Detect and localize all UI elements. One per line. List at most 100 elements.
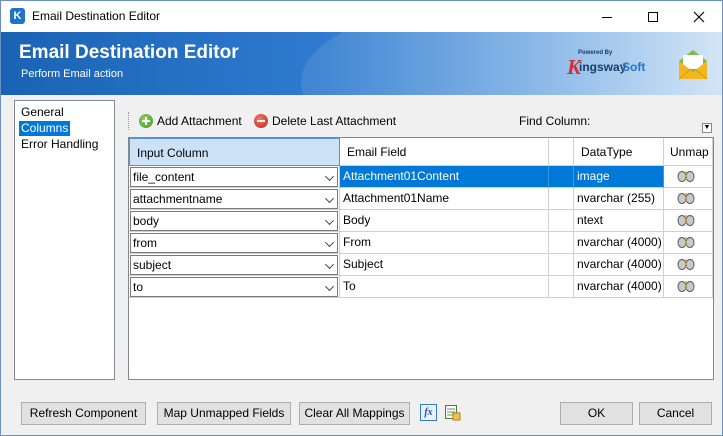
- header-input-column[interactable]: Input Column: [129, 138, 340, 166]
- input-column-value: attachmentname: [133, 192, 223, 206]
- window-title: Email Destination Editor: [32, 9, 161, 23]
- input-column-cell[interactable]: to: [129, 276, 340, 298]
- unmap-icon[interactable]: [676, 213, 696, 228]
- email-field-cell[interactable]: Attachment01Name: [340, 188, 549, 210]
- minimize-button[interactable]: [584, 1, 630, 32]
- header-banner: Email Destination Editor Perform Email a…: [1, 32, 722, 95]
- input-column-value: file_content: [133, 170, 195, 184]
- add-attachment-button[interactable]: Add Attachment: [139, 111, 242, 131]
- input-column-cell[interactable]: attachmentname: [129, 188, 340, 210]
- email-field-cell[interactable]: From: [340, 232, 549, 254]
- datatype-cell[interactable]: nvarchar (4000): [574, 276, 664, 298]
- input-column-value: body: [133, 214, 160, 228]
- maximize-button[interactable]: [630, 1, 676, 32]
- input-column-cell[interactable]: from: [129, 232, 340, 254]
- blank-cell[interactable]: [549, 166, 574, 188]
- input-column-select[interactable]: from: [130, 233, 338, 253]
- chevron-down-icon[interactable]: [325, 282, 334, 291]
- map-unmapped-fields-button[interactable]: Map Unmapped Fields: [157, 402, 291, 425]
- input-column-select[interactable]: to: [130, 277, 338, 297]
- unmap-cell[interactable]: [664, 188, 713, 210]
- datatype-cell[interactable]: nvarchar (255): [574, 188, 664, 210]
- header-email-field[interactable]: Email Field: [340, 138, 549, 166]
- nav-item-columns[interactable]: Columns: [19, 121, 71, 136]
- unmap-cell[interactable]: [664, 166, 713, 188]
- table-row[interactable]: body Body ntext: [129, 210, 713, 232]
- expression-fx-icon[interactable]: fx: [420, 404, 437, 421]
- email-field-cell[interactable]: Attachment01Content: [340, 166, 549, 188]
- table-row[interactable]: attachmentname Attachment01Name nvarchar (…: [129, 188, 713, 210]
- unmap-cell[interactable]: [664, 254, 713, 276]
- delete-last-attachment-label: Delete Last Attachment: [272, 114, 397, 128]
- unmap-icon[interactable]: [676, 235, 696, 250]
- unmap-icon[interactable]: [676, 279, 696, 294]
- toolbar-grip: [128, 112, 131, 130]
- input-column-select[interactable]: subject: [130, 255, 338, 275]
- find-column-input[interactable]: [595, 111, 714, 133]
- blank-cell[interactable]: [549, 188, 574, 210]
- nav-item-general[interactable]: General: [19, 105, 66, 120]
- email-field-cell[interactable]: Body: [340, 210, 549, 232]
- datatype-cell[interactable]: image: [574, 166, 664, 188]
- close-button[interactable]: [676, 1, 722, 32]
- maximize-icon: [648, 12, 658, 23]
- email-field-cell[interactable]: Subject: [340, 254, 549, 276]
- unmap-icon[interactable]: [676, 257, 696, 272]
- input-column-cell[interactable]: body: [129, 210, 340, 232]
- email-envelope-icon: [678, 50, 708, 80]
- input-column-select[interactable]: attachmentname: [130, 189, 338, 209]
- delete-last-attachment-button[interactable]: Delete Last Attachment: [254, 111, 396, 131]
- unmap-cell[interactable]: [664, 210, 713, 232]
- logo-powered-by: Powered By: [578, 50, 613, 56]
- input-column-select[interactable]: body: [130, 211, 338, 231]
- table-row[interactable]: to To nvarchar (4000): [129, 276, 713, 298]
- chevron-down-icon[interactable]: [325, 260, 334, 269]
- chevron-down-icon[interactable]: [325, 172, 334, 181]
- add-attachment-label: Add Attachment: [157, 114, 242, 128]
- kingswaysoft-app-icon: K: [10, 8, 25, 24]
- blank-cell[interactable]: [549, 276, 574, 298]
- close-icon: [693, 11, 705, 23]
- input-column-value: subject: [133, 258, 172, 272]
- table-row[interactable]: from From nvarchar (4000): [129, 232, 713, 254]
- header-unmap[interactable]: Unmap: [664, 138, 713, 166]
- find-column-label: Find Column:: [519, 114, 591, 128]
- table-row[interactable]: subject Subject nvarchar (4000): [129, 254, 713, 276]
- input-column-cell[interactable]: subject: [129, 254, 340, 276]
- title-bar[interactable]: K Email Destination Editor: [1, 1, 722, 32]
- table-row[interactable]: file_content Attachment01Content image: [129, 166, 713, 188]
- column-mapping-grid: Input Column Email Field DataType Unmap …: [128, 137, 714, 380]
- clear-all-mappings-button[interactable]: Clear All Mappings: [299, 402, 410, 425]
- unmap-cell[interactable]: [664, 232, 713, 254]
- unmap-cell[interactable]: [664, 276, 713, 298]
- nav-item-error-handling[interactable]: Error Handling: [19, 137, 100, 152]
- banner-title: Email Destination Editor: [19, 42, 239, 63]
- logo-ingsway: ingsway: [579, 60, 627, 74]
- chevron-down-icon[interactable]: [325, 216, 334, 225]
- datatype-cell[interactable]: nvarchar (4000): [574, 232, 664, 254]
- datatype-cell[interactable]: nvarchar (4000): [574, 254, 664, 276]
- cancel-button[interactable]: Cancel: [639, 402, 712, 425]
- email-field-cell[interactable]: To: [340, 276, 549, 298]
- variables-grid-icon[interactable]: [444, 404, 461, 421]
- blank-cell[interactable]: [549, 254, 574, 276]
- find-column-dropdown-icon[interactable]: ▼: [702, 123, 712, 133]
- blank-cell[interactable]: [549, 210, 574, 232]
- minimize-icon: [602, 16, 612, 18]
- ok-button[interactable]: OK: [560, 402, 633, 425]
- chevron-down-icon[interactable]: [325, 238, 334, 247]
- unmap-icon[interactable]: [676, 169, 696, 184]
- navigation-list: General Columns Error Handling: [14, 100, 115, 380]
- input-column-cell[interactable]: file_content: [129, 166, 340, 188]
- banner-subtitle: Perform Email action: [21, 68, 124, 80]
- datatype-cell[interactable]: ntext: [574, 210, 664, 232]
- blank-cell[interactable]: [549, 232, 574, 254]
- header-datatype[interactable]: DataType: [574, 138, 664, 166]
- chevron-down-icon[interactable]: [325, 194, 334, 203]
- header-blank[interactable]: [549, 138, 574, 166]
- unmap-icon[interactable]: [676, 191, 696, 206]
- refresh-component-button[interactable]: Refresh Component: [21, 402, 146, 425]
- columns-toolbar: Add Attachment Delete Last Attachment Fi…: [128, 109, 714, 135]
- logo-soft: Soft: [622, 60, 646, 74]
- input-column-select[interactable]: file_content: [130, 167, 338, 187]
